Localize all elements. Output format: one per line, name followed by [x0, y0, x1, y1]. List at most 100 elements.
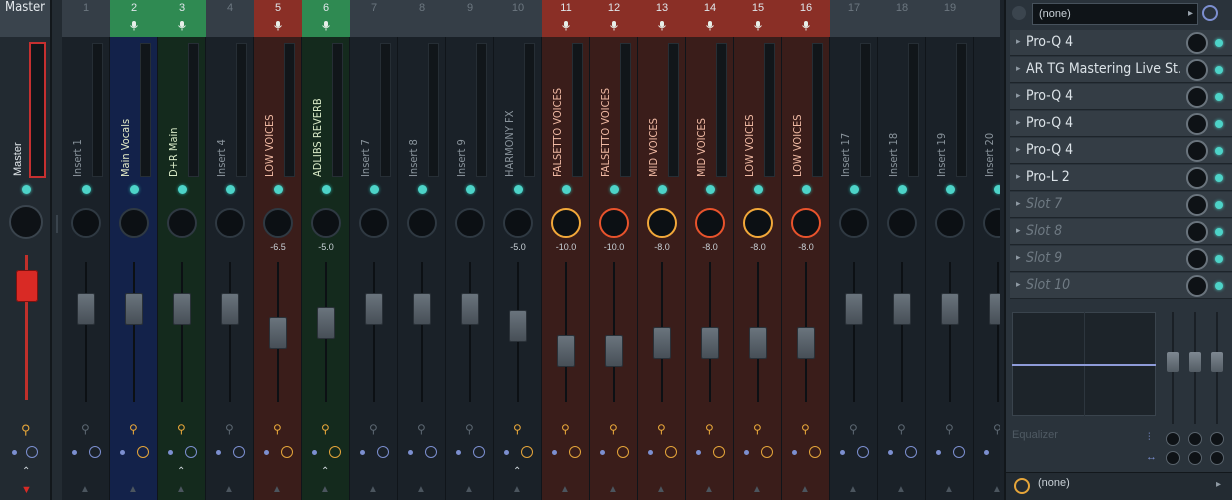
insert-strip[interactable]: Insert 20 ⚲ ▲	[974, 0, 1000, 500]
slot-menu-arrow-icon[interactable]: ▸	[1016, 279, 1021, 290]
output-select[interactable]: (none)	[1038, 477, 1070, 489]
pan-knob[interactable]	[839, 208, 869, 238]
stereo-dot-icon[interactable]	[792, 450, 797, 455]
slot-menu-arrow-icon[interactable]: ▸	[1016, 117, 1021, 128]
stereo-dot-icon[interactable]	[360, 450, 365, 455]
enable-led-icon[interactable]	[418, 185, 427, 194]
insert-label[interactable]: Insert 19	[935, 133, 948, 177]
insert-strip[interactable]: 11 FALSETTO VOICES -10.0 ⚲ ▲	[542, 0, 590, 500]
slot-name[interactable]: Pro-Q 4	[1026, 115, 1180, 131]
enable-led-icon[interactable]	[322, 185, 331, 194]
effect-slot[interactable]: ▸ Pro-Q 4	[1010, 84, 1232, 110]
insert-number[interactable]: 7	[350, 0, 398, 37]
eq-width-knob-3[interactable]	[1210, 451, 1224, 465]
insert-strip[interactable]: 3 D+R Main ⚲ ⌃ ▲	[158, 0, 206, 500]
effect-slot[interactable]: ▸ AR TG Mastering Live St...	[1010, 57, 1232, 83]
slot-name[interactable]: Pro-Q 4	[1026, 34, 1180, 50]
slot-menu-arrow-icon[interactable]: ▸	[1016, 198, 1021, 209]
slot-mix-knob[interactable]	[1186, 167, 1208, 189]
clock-icon[interactable]	[857, 446, 869, 458]
slot-mix-knob[interactable]	[1186, 113, 1208, 135]
clock-icon[interactable]	[329, 446, 341, 458]
slot-mix-knob[interactable]	[1186, 248, 1208, 270]
route-arrow-icon[interactable]: ▲	[944, 484, 954, 495]
insert-number[interactable]: 17	[830, 0, 878, 37]
volume-fader[interactable]	[173, 293, 191, 326]
link-icon[interactable]: ⚲	[225, 422, 234, 436]
route-up-icon[interactable]: ⌃	[321, 466, 329, 477]
enable-led-icon[interactable]	[850, 185, 859, 194]
link-icon[interactable]: ⚲	[561, 422, 570, 436]
insert-strip[interactable]: 12 FALSETTO VOICES -10.0 ⚲ ▲	[590, 0, 638, 500]
insert-label[interactable]: Insert 20	[983, 133, 996, 177]
volume-fader[interactable]	[461, 293, 479, 326]
stereo-dot-icon[interactable]	[264, 450, 269, 455]
slot-mix-knob[interactable]	[1186, 32, 1208, 54]
slot-name[interactable]: Slot 9	[1026, 250, 1180, 266]
master-route-up-icon[interactable]: ⌃	[22, 466, 30, 477]
insert-strip[interactable]: 18 Insert 18 ⚲ ▲	[878, 0, 926, 500]
link-icon[interactable]: ⚲	[177, 422, 186, 436]
slot-mix-knob[interactable]	[1186, 140, 1208, 162]
insert-strip[interactable]: 2 Main Vocals ⚲ ▲	[110, 0, 158, 500]
volume-fader[interactable]	[365, 293, 383, 326]
insert-label[interactable]: Insert 17	[839, 133, 852, 177]
insert-label[interactable]: Insert 8	[407, 139, 420, 177]
pan-knob[interactable]	[647, 208, 677, 238]
enable-led-icon[interactable]	[466, 185, 475, 194]
master-pan-knob[interactable]	[9, 205, 43, 239]
stereo-dot-icon[interactable]	[936, 450, 941, 455]
eq-freq-knob-3[interactable]	[1210, 432, 1224, 446]
slot-enable-led-icon[interactable]	[1215, 93, 1223, 101]
link-icon[interactable]: ⚲	[465, 422, 474, 436]
stereo-dot-icon[interactable]	[888, 450, 893, 455]
route-arrow-icon[interactable]: ▲	[272, 484, 282, 495]
pan-knob[interactable]	[311, 208, 341, 238]
slot-enable-led-icon[interactable]	[1215, 120, 1223, 128]
route-arrow-icon[interactable]: ▲	[560, 484, 570, 495]
clock-icon[interactable]	[233, 446, 245, 458]
route-arrow-icon[interactable]: ▲	[800, 484, 810, 495]
link-icon[interactable]: ⚲	[897, 422, 906, 436]
slot-enable-led-icon[interactable]	[1215, 174, 1223, 182]
clock-icon[interactable]	[377, 446, 389, 458]
insert-number[interactable]: 10	[494, 0, 542, 37]
slot-menu-arrow-icon[interactable]: ▸	[1016, 171, 1021, 182]
clock-icon[interactable]	[473, 446, 485, 458]
slot-name[interactable]: Slot 8	[1026, 223, 1180, 239]
route-arrow-icon[interactable]: ▲	[320, 484, 330, 495]
insert-strip[interactable]: 19 Insert 19 ⚲ ▲	[926, 0, 974, 500]
route-arrow-icon[interactable]: ▲	[752, 484, 762, 495]
effect-slot[interactable]: ▸ Slot 9	[1010, 246, 1232, 272]
volume-fader[interactable]	[509, 310, 527, 342]
pan-knob[interactable]	[695, 208, 725, 238]
volume-fader[interactable]	[557, 335, 575, 368]
stereo-dot-icon[interactable]	[648, 450, 653, 455]
insert-strip[interactable]: 17 Insert 17 ⚲ ▲	[830, 0, 878, 500]
enable-led-icon[interactable]	[802, 185, 811, 194]
stereo-dot-icon[interactable]	[744, 450, 749, 455]
clock-icon[interactable]	[809, 446, 821, 458]
master-route-down-icon[interactable]: ▼	[21, 484, 32, 496]
slot-name[interactable]: Pro-Q 4	[1026, 88, 1180, 104]
insert-strip[interactable]: 16 LOW VOICES -8.0 ⚲ ▲	[782, 0, 830, 500]
route-arrow-icon[interactable]: ▲	[848, 484, 858, 495]
separator-handle[interactable]	[56, 215, 58, 233]
route-up-icon[interactable]: ⌃	[513, 466, 521, 477]
clock-icon[interactable]	[617, 446, 629, 458]
pan-knob[interactable]	[263, 208, 293, 238]
master-volume-fader[interactable]	[16, 270, 38, 302]
insert-label[interactable]: ADLIBS REVERB	[311, 98, 324, 177]
insert-label[interactable]: Insert 4	[215, 139, 228, 177]
link-icon[interactable]: ⚲	[321, 422, 330, 436]
link-icon[interactable]: ⚲	[609, 422, 618, 436]
enable-led-icon[interactable]	[130, 185, 139, 194]
slot-name[interactable]: Pro-L 2	[1026, 169, 1180, 185]
volume-fader[interactable]	[269, 317, 287, 349]
volume-fader[interactable]	[893, 293, 911, 326]
link-icon[interactable]: ⚲	[801, 422, 810, 436]
stereo-dot-icon[interactable]	[216, 450, 221, 455]
eq-band-2-fader[interactable]	[1189, 352, 1201, 372]
clock-icon[interactable]	[905, 446, 917, 458]
enable-led-icon[interactable]	[754, 185, 763, 194]
